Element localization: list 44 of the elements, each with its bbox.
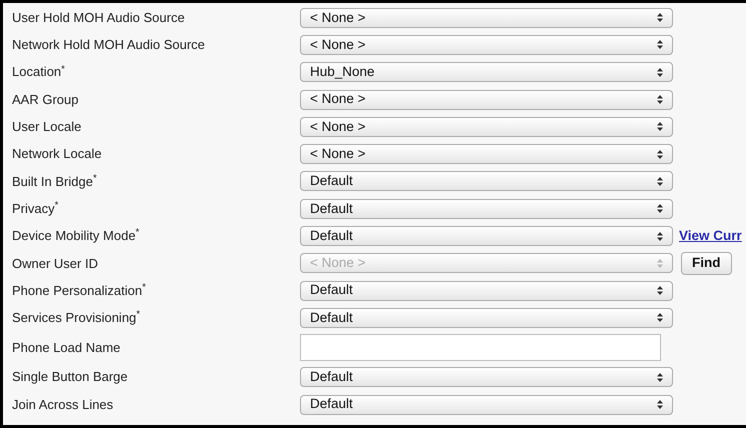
dropdown[interactable]: Default	[300, 394, 673, 414]
field-label: Network Hold MOH Audio Source	[12, 36, 205, 54]
field-label: User Locale	[12, 118, 82, 136]
dropdown[interactable]: < None >	[300, 8, 673, 28]
field-label: Built In Bridge$^{*}$	[12, 172, 97, 191]
dropdown[interactable]: Default	[300, 171, 673, 192]
field-label: Network Locale	[12, 145, 102, 164]
dropdown[interactable]: Default	[300, 308, 673, 328]
dropdown[interactable]: Default	[300, 226, 673, 246]
dropdown[interactable]: < None >	[300, 144, 673, 164]
dropdown-arrows-icon	[657, 400, 663, 409]
field-label: Privacy$^{*}$	[12, 199, 58, 218]
dropdown-arrows-icon	[657, 40, 663, 50]
view-link[interactable]: View Curr	[679, 226, 742, 246]
dropdown-arrows-icon	[657, 258, 663, 268]
dropdown[interactable]: Hub_None	[300, 62, 673, 82]
dropdown[interactable]: Default	[300, 280, 673, 301]
dropdown-arrows-icon	[657, 372, 663, 382]
dropdown[interactable]: < None >	[300, 90, 673, 110]
dropdown-arrows-icon	[657, 95, 663, 104]
dropdown[interactable]: Default	[300, 198, 673, 219]
dropdown[interactable]: Default	[300, 367, 673, 388]
dropdown[interactable]: < None >	[300, 34, 673, 55]
field-label: Phone Load Name	[12, 338, 120, 357]
field-label: Location$^{*}$	[12, 62, 65, 82]
dropdown-arrows-icon	[657, 13, 663, 22]
field-label: User Hold MOH Audio Source	[12, 8, 185, 27]
field-label: Single Button Barge	[12, 368, 128, 386]
dropdown[interactable]: < None >	[300, 116, 673, 137]
dropdown-arrows-icon	[657, 122, 663, 132]
dropdown-arrows-icon	[657, 286, 663, 296]
field-label: Device Mobility Mode$^{*}$	[12, 226, 140, 246]
field-label: AAR Group	[12, 90, 78, 109]
dropdown-arrows-icon	[657, 176, 663, 186]
field-label: Join Across Lines	[12, 396, 114, 414]
field-label: Owner User ID	[12, 254, 98, 273]
dropdown-arrows-icon	[657, 68, 663, 77]
dropdown-arrows-icon	[657, 204, 663, 214]
text-field[interactable]	[300, 334, 661, 362]
dropdown-arrows-icon	[657, 232, 663, 241]
dropdown-arrows-icon	[657, 150, 663, 159]
dropdown-arrows-icon	[657, 313, 663, 322]
field-label: Phone Personalization$^{*}$	[12, 280, 146, 300]
field-label: Services Provisioning$^{*}$	[12, 308, 140, 328]
